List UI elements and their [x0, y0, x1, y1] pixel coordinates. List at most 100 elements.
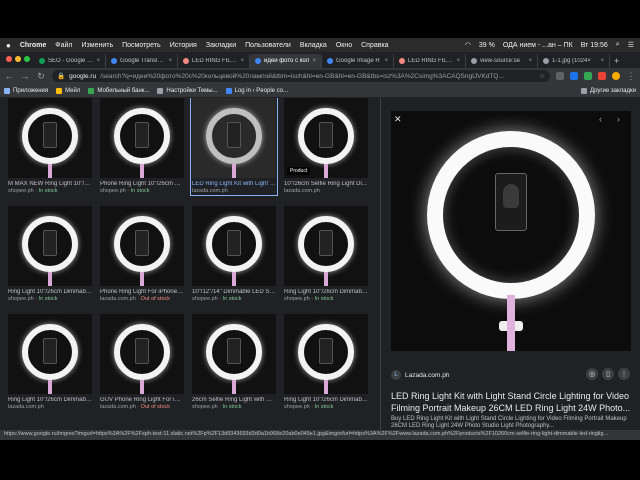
lens-icon[interactable]: ◎ [586, 368, 598, 380]
preview-image[interactable] [391, 111, 631, 351]
result-title[interactable]: 10"/12"/14" Dimmable LED Stu... [192, 289, 276, 295]
result-thumbnail[interactable] [192, 98, 276, 178]
result-thumbnail[interactable] [192, 206, 276, 286]
forward-icon[interactable]: → [20, 71, 30, 81]
image-result[interactable]: 10"/12"/14" Dimmable LED Stu... shopee.ph… [192, 206, 276, 302]
image-result[interactable]: GUV Phone Ring Light For iPho... lazada.c… [100, 314, 184, 410]
preview-title[interactable]: LED Ring Light Kit with Light Stand Circ… [391, 390, 631, 414]
result-thumbnail[interactable] [8, 98, 92, 178]
browser-tab[interactable]: SEO - Google Sh × [34, 54, 106, 68]
close-tab-icon[interactable]: × [528, 58, 532, 64]
result-thumbnail[interactable]: Product [284, 98, 368, 178]
bookmark-mail[interactable]: Мейл [56, 87, 80, 94]
more-menu-icon[interactable]: ⋮ [626, 71, 636, 82]
close-tab-icon[interactable]: × [240, 58, 244, 64]
user-label[interactable]: ОДА нием - ...ан – ПК [503, 42, 573, 49]
image-result[interactable]: Product 10"/26cm Selfie Ring Light Di... l… [284, 98, 368, 194]
result-thumbnail[interactable] [192, 314, 276, 394]
previous-icon[interactable]: ‹ [599, 114, 602, 124]
result-title[interactable]: LED Ring Light Kit with Light St... [192, 181, 276, 187]
phone-image [495, 173, 527, 231]
clock-label[interactable]: Вт 19:56 [581, 42, 608, 49]
menu-view[interactable]: Посмотреть [122, 42, 161, 49]
result-title[interactable]: Ring Light 10"/26cm Dimmable... [8, 289, 92, 295]
image-result[interactable]: Ring Light 10"/26cm Dimmable... shopee.ph… [284, 206, 368, 302]
browser-tab[interactable]: LED RING FILL L × [394, 54, 466, 68]
search-icon[interactable]: ⌕ [616, 41, 620, 49]
minimize-window-icon[interactable] [15, 56, 21, 62]
result-title[interactable]: 10"/26cm Selfie Ring Light Di... [284, 181, 368, 187]
result-thumbnail[interactable] [8, 206, 92, 286]
result-thumbnail[interactable] [100, 206, 184, 286]
reload-icon[interactable]: ↻ [36, 71, 46, 82]
close-tab-icon[interactable]: × [600, 58, 604, 64]
bookmark-login[interactable]: Log in ‹ People co... [225, 87, 288, 94]
menu-list-icon[interactable]: ☰ [628, 41, 634, 49]
image-result[interactable]: Phone Ring Light For iPhone X... lazada.c… [100, 206, 184, 302]
image-result[interactable]: Ring Light 10"/26cm Dimmable... lazada.co… [8, 314, 92, 410]
result-title[interactable]: 26cm Selfie Ring Light with Ce... [192, 397, 276, 403]
menu-edit[interactable]: Изменить [82, 42, 114, 49]
image-result[interactable]: Ring Light 10"/26cm Dimmable... shopee.ph… [284, 314, 368, 410]
wifi-icon[interactable]: ◠ [465, 41, 471, 49]
result-thumbnail[interactable] [100, 98, 184, 178]
menu-app-name[interactable]: Chrome [20, 42, 46, 49]
menu-history[interactable]: История [170, 42, 197, 49]
next-icon[interactable]: › [617, 114, 620, 124]
result-title[interactable]: Ring Light 10"/26cm Dimmable... [284, 289, 368, 295]
save-icon[interactable]: ▯ [602, 368, 614, 380]
address-bar[interactable]: 🔒 google.ru /search?q=идеи%20фото%20с%20… [52, 70, 550, 82]
browser-tab[interactable]: Google Image R × [322, 54, 394, 68]
result-thumbnail[interactable] [284, 206, 368, 286]
preview-source[interactable]: L Lazada.com.ph [391, 370, 449, 380]
extension-icon[interactable] [570, 72, 578, 80]
close-tab-icon[interactable]: × [168, 58, 172, 64]
share-icon[interactable]: ⋮ [618, 368, 630, 380]
image-result[interactable]: 26cm Selfie Ring Light with Ce... shopee.… [192, 314, 276, 410]
result-title[interactable]: Ring Light 10"/26cm Dimmable... [284, 397, 368, 403]
battery-label[interactable]: 39 % [479, 42, 495, 49]
browser-tab[interactable]: Google Translate × [106, 54, 178, 68]
menu-file[interactable]: Файл [55, 42, 72, 49]
extension-icon[interactable] [556, 72, 564, 80]
result-title[interactable]: Ring Light 10"/26cm Dimmable... [8, 397, 92, 403]
result-title[interactable]: Phone Ring Light For iPhone X... [100, 289, 184, 295]
star-icon[interactable]: ☆ [539, 72, 545, 80]
image-result[interactable]: Ring Light 10"/26cm Dimmable... shopee.ph… [8, 206, 92, 302]
back-icon[interactable]: ← [4, 71, 14, 81]
close-tab-icon[interactable]: × [312, 58, 316, 64]
close-tab-icon[interactable]: × [96, 58, 100, 64]
browser-tab[interactable]: LED RING FILL L × [178, 54, 250, 68]
bookmark-mobile-bank[interactable]: Мобильный банк... [88, 87, 149, 94]
menu-window[interactable]: Окно [336, 42, 352, 49]
new-tab-icon[interactable]: + [610, 54, 623, 68]
zoom-window-icon[interactable] [24, 56, 30, 62]
close-tab-icon[interactable]: × [456, 58, 460, 64]
browser-tab[interactable]: 1-1.jpg (1024× × [538, 54, 610, 68]
result-thumbnail[interactable] [100, 314, 184, 394]
extension-icon[interactable] [598, 72, 606, 80]
browser-tab[interactable]: идеи фото с кол × [250, 54, 322, 68]
close-window-icon[interactable] [6, 56, 12, 62]
result-title[interactable]: M MAX NEW Ring Light 10"/26cm... [8, 181, 92, 187]
close-icon[interactable]: ✕ [394, 114, 402, 125]
browser-tab[interactable]: view-source:se × [466, 54, 538, 68]
avatar[interactable] [612, 72, 620, 80]
bookmark-other[interactable]: Другие закладки [581, 87, 636, 94]
menu-tab[interactable]: Вкладка [300, 42, 327, 49]
image-result[interactable]: LED Ring Light Kit with Light St... lazad… [190, 98, 278, 196]
result-thumbnail[interactable] [8, 314, 92, 394]
result-title[interactable]: Phone Ring Light 10"/26cm Di... [100, 181, 184, 187]
apple-menu-icon[interactable]: ● [6, 41, 11, 50]
result-thumbnail[interactable] [284, 314, 368, 394]
image-result[interactable]: M MAX NEW Ring Light 10"/26cm...shopee.p… [8, 98, 92, 194]
menu-help[interactable]: Справка [361, 42, 388, 49]
result-title[interactable]: GUV Phone Ring Light For iPho... [100, 397, 184, 403]
menu-bookmarks[interactable]: Закладки [206, 42, 236, 49]
close-tab-icon[interactable]: × [384, 58, 388, 64]
extension-icon[interactable] [584, 72, 592, 80]
image-result[interactable]: Phone Ring Light 10"/26cm Di... shopee.ph… [100, 98, 184, 194]
bookmark-apps[interactable]: Приложения [4, 87, 48, 94]
menu-people[interactable]: Пользователи [245, 42, 291, 49]
bookmark-theme-settings[interactable]: Настройки Темы... [157, 87, 218, 94]
